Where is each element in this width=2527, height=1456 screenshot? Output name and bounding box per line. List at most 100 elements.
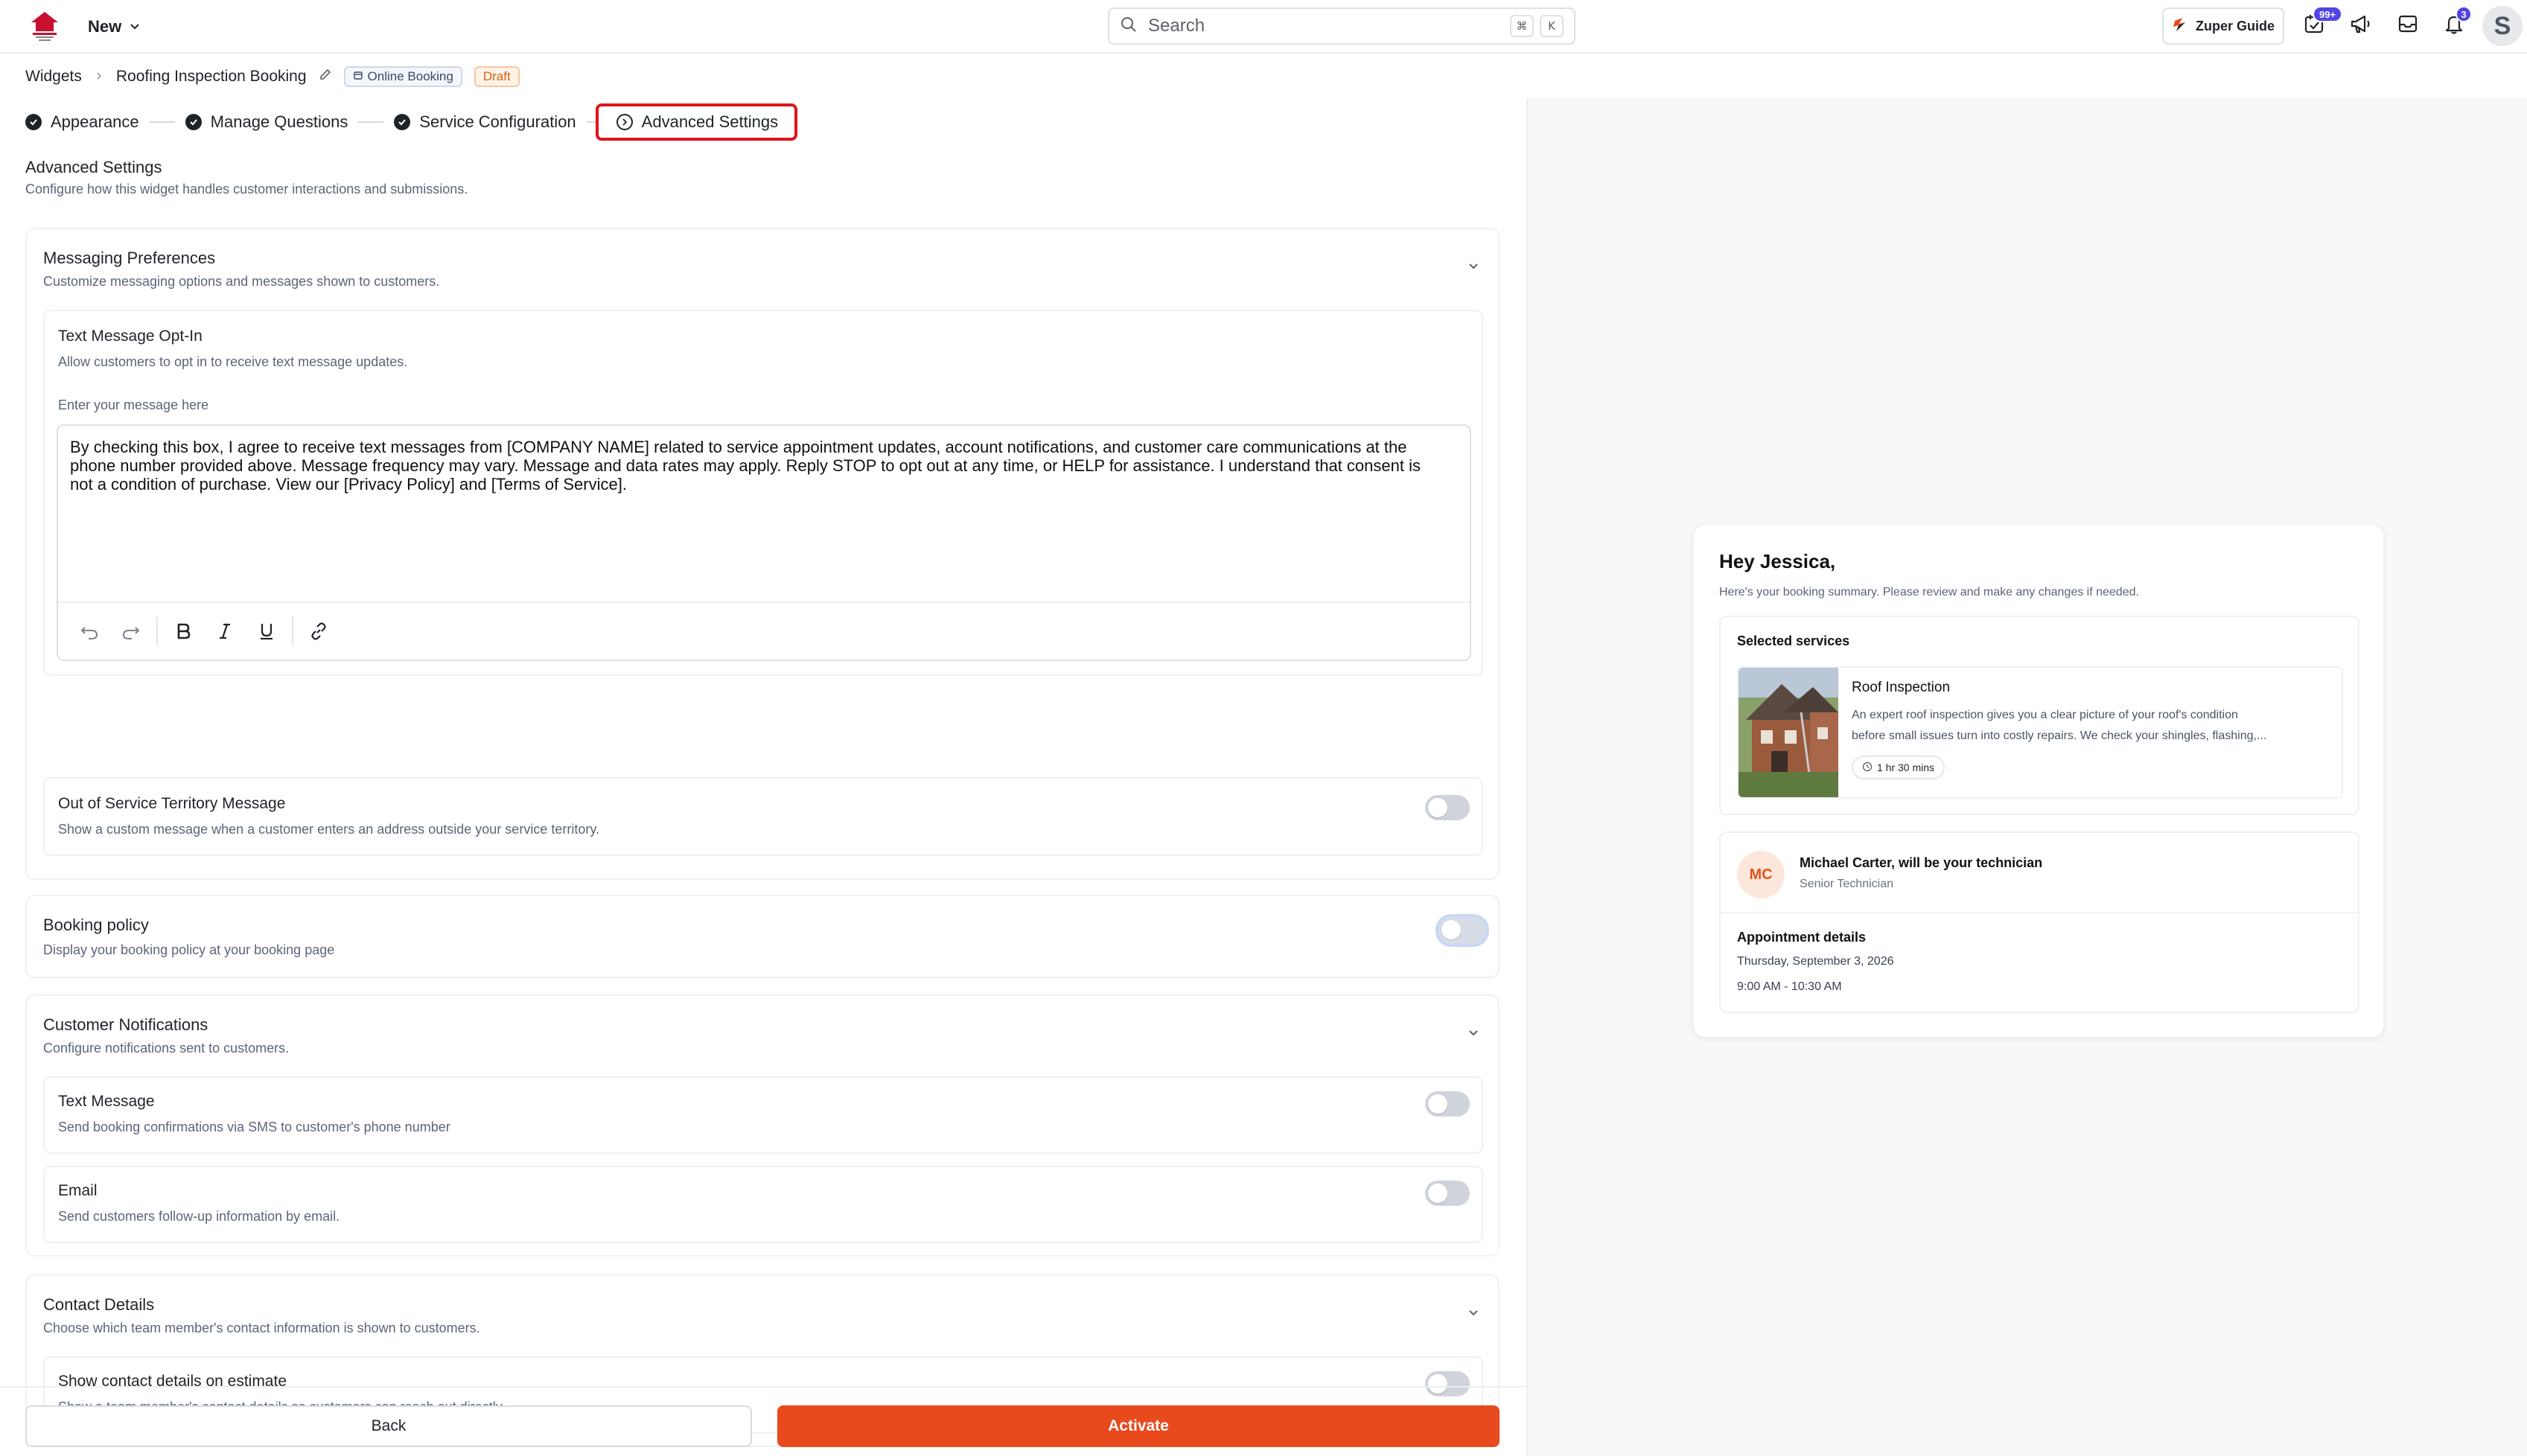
step-manage-questions[interactable]: Manage Questions — [185, 112, 348, 132]
redo-icon[interactable] — [110, 610, 152, 652]
estimate-contact-toggle[interactable] — [1425, 1371, 1470, 1396]
announcements-button[interactable] — [2344, 9, 2377, 42]
card-title: Customer Notifications — [43, 1015, 208, 1034]
message-line: not a condition of purchase. View our [P… — [70, 475, 627, 494]
technician-name: Michael Carter, will be your technician — [1800, 855, 2043, 870]
online-booking-label: Online Booking — [367, 69, 453, 83]
card-subtitle: Display your booking policy at your book… — [43, 942, 335, 957]
sms-notification-toggle[interactable] — [1425, 1091, 1470, 1117]
sms-subtitle: Send booking confirmations via SMS to cu… — [58, 1120, 450, 1134]
activate-button[interactable]: Activate — [777, 1405, 1500, 1447]
booking-summary-preview: Hey Jessica, Here's your booking summary… — [1693, 524, 2384, 1038]
current-step-icon — [616, 114, 633, 130]
out-of-territory-panel: Out of Service Territory Message Show a … — [43, 777, 1483, 856]
draft-status-badge: Draft — [474, 66, 520, 87]
step-label: Service Configuration — [419, 112, 576, 131]
new-button[interactable]: New — [88, 13, 141, 40]
step-connector — [586, 121, 596, 123]
divider — [1721, 912, 2358, 913]
bold-icon[interactable] — [162, 610, 204, 652]
booking-policy-card: Booking policy Display your booking poli… — [25, 895, 1500, 978]
inbox-button[interactable] — [2391, 9, 2424, 42]
service-description-line: before small issues turn into costly rep… — [1852, 729, 2267, 742]
check-circle-icon — [185, 114, 202, 130]
step-service-configuration[interactable]: Service Configuration — [394, 112, 576, 132]
chevron-down-icon[interactable] — [1465, 1024, 1482, 1041]
territory-message-toggle[interactable] — [1425, 795, 1470, 820]
clock-icon — [1862, 761, 1873, 774]
check-circle-icon — [25, 114, 42, 130]
italic-icon[interactable] — [204, 610, 246, 652]
chevron-right-icon — [94, 68, 104, 86]
editor-toolbar — [58, 601, 1470, 660]
step-connector — [149, 121, 175, 123]
message-field-label: Enter your message here — [58, 397, 209, 412]
email-title: Email — [58, 1182, 98, 1199]
appointment-details-title: Appointment details — [1737, 930, 1867, 945]
footer-divider — [0, 1386, 1526, 1388]
company-logo[interactable] — [27, 7, 63, 43]
service-item[interactable]: Roof Inspection An expert roof inspectio… — [1737, 666, 2343, 799]
search-icon — [1120, 16, 1138, 37]
messaging-preferences-card: Messaging Preferences Customize messagin… — [25, 228, 1500, 880]
page-subtitle: Configure how this widget handles custom… — [25, 182, 468, 197]
breadcrumb-widgets[interactable]: Widgets — [25, 68, 82, 86]
email-notification-toggle[interactable] — [1425, 1181, 1470, 1206]
card-title: Messaging Preferences — [43, 249, 216, 267]
appointment-date: Thursday, September 3, 2026 — [1737, 955, 1894, 968]
calendar-icon — [353, 69, 363, 84]
territory-subtitle: Show a custom message when a customer en… — [58, 822, 599, 837]
service-image — [1739, 668, 1838, 797]
card-subtitle: Configure notifications sent to customer… — [43, 1041, 290, 1056]
chevron-down-icon[interactable] — [1465, 1304, 1482, 1321]
zuper-guide-label: Zuper Guide — [2195, 18, 2275, 33]
settings-panel: Appearance Manage Questions Service Conf… — [0, 98, 1526, 1456]
technician-avatar: MC — [1737, 851, 1785, 898]
email-subtitle: Send customers follow-up information by … — [58, 1209, 340, 1224]
summary-text: Here's your booking summary. Please revi… — [1719, 586, 2139, 598]
email-notification-panel: Email Send customers follow-up informati… — [43, 1166, 1483, 1243]
opt-in-title: Text Message Opt-In — [58, 328, 203, 345]
user-avatar[interactable]: S — [2482, 6, 2523, 46]
technician-box: MC Michael Carter, will be your technici… — [1719, 831, 2359, 1013]
edit-pencil-icon[interactable] — [319, 68, 332, 86]
tasks-button[interactable]: 99+ — [2298, 6, 2342, 42]
step-label: Advanced Settings — [641, 112, 779, 131]
card-title: Contact Details — [43, 1295, 155, 1314]
shortcut-k-key: K — [1540, 15, 1564, 37]
opt-in-subtitle: Allow customers to opt in to receive tex… — [58, 354, 408, 369]
step-advanced-settings[interactable]: Advanced Settings — [595, 103, 798, 141]
selected-services-title: Selected services — [1737, 633, 1850, 648]
sms-title: Text Message — [58, 1093, 155, 1110]
step-label: Appearance — [51, 112, 139, 131]
step-appearance[interactable]: Appearance — [25, 112, 139, 132]
breadcrumb: Widgets Roofing Inspection Booking Onlin… — [25, 64, 520, 89]
message-line: By checking this box, I agree to receive… — [70, 438, 1407, 456]
zuper-guide-button[interactable]: Zuper Guide — [2162, 7, 2284, 45]
card-subtitle: Customize messaging options and messages… — [43, 274, 440, 289]
underline-icon[interactable] — [246, 610, 287, 652]
notifications-button[interactable]: 3 — [2438, 6, 2472, 42]
territory-title: Out of Service Territory Message — [58, 795, 286, 812]
service-description: An expert roof inspection gives you a cl… — [1852, 705, 2328, 747]
search-input[interactable]: Search ⌘ K — [1108, 7, 1575, 45]
zuper-guide-icon — [2172, 16, 2188, 36]
estimate-contact-title: Show contact details on estimate — [58, 1373, 287, 1390]
duration-label: 1 hr 30 mins — [1877, 761, 1935, 773]
megaphone-icon — [2348, 12, 2372, 39]
technician-role: Senior Technician — [1800, 878, 1894, 890]
message-text[interactable]: By checking this box, I agree to receive… — [70, 438, 1455, 494]
top-bar: New Search ⌘ K Zuper Guide 99+ 3 S — [0, 0, 2527, 54]
sms-notification-panel: Text Message Send booking confirmations … — [43, 1076, 1483, 1154]
chevron-down-icon[interactable] — [1465, 258, 1482, 274]
preview-panel: Hey Jessica, Here's your booking summary… — [1526, 98, 2527, 1456]
undo-icon[interactable] — [68, 610, 110, 652]
booking-policy-toggle[interactable] — [1438, 917, 1486, 944]
back-button[interactable]: Back — [25, 1405, 752, 1447]
message-editor[interactable]: By checking this box, I agree to receive… — [57, 424, 1471, 661]
greeting: Hey Jessica, — [1719, 550, 1836, 572]
chevron-down-icon — [129, 17, 141, 36]
service-description-line: An expert roof inspection gives you a cl… — [1852, 709, 2238, 721]
link-icon[interactable] — [298, 610, 340, 652]
check-circle-icon — [394, 114, 411, 130]
